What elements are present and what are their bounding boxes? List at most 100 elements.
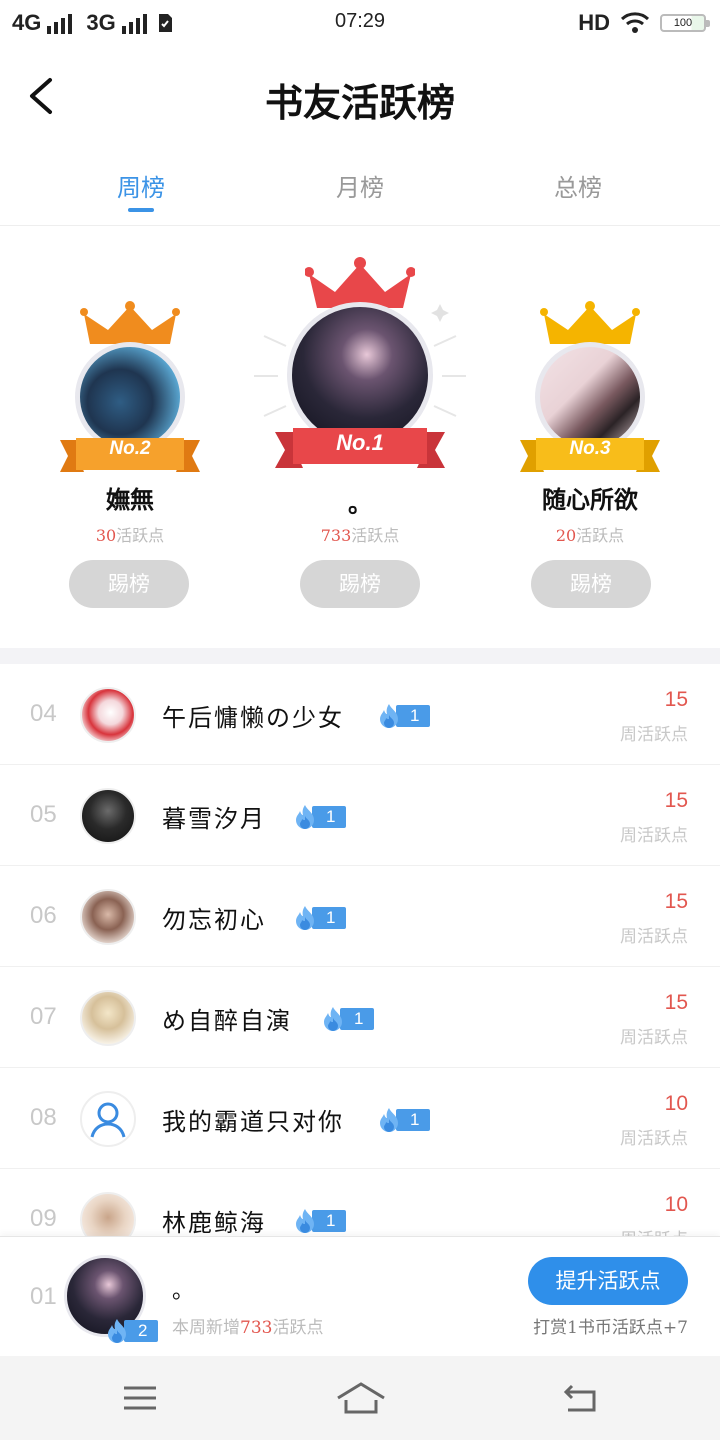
user-name: め自醉自演 [162, 1007, 292, 1035]
battery-icon: 100 [660, 14, 710, 32]
level-badge: 1 [320, 1007, 374, 1031]
activity-unit: 周活跃点 [620, 1028, 688, 1048]
podium-points: 20活跃点 [490, 522, 690, 546]
reward-note: 打赏1书币活跃点+7 [533, 1318, 688, 1338]
avatar[interactable] [80, 1192, 136, 1236]
rank-ribbon-label: No.1 [336, 430, 384, 455]
back-icon[interactable] [558, 1378, 602, 1418]
menu-icon[interactable] [118, 1378, 162, 1418]
wifi-icon [620, 12, 650, 33]
level-badge: 1 [376, 1108, 430, 1132]
level-badge: 1 [292, 805, 346, 829]
list-item[interactable]: 06 勿忘初心 1 15 周活跃点 [0, 866, 720, 967]
activity-unit: 周活跃点 [620, 927, 688, 947]
my-ranking-bar: 01 2 。 本周新增733活跃点 提升活跃点 打赏1书币活跃点+7 [0, 1236, 720, 1356]
activity-unit: 周活跃点 [620, 1225, 688, 1236]
rank-ribbon-label: No.3 [569, 438, 611, 459]
podium-first: No.1 。 733活跃点 踢榜 [254, 226, 466, 626]
avatar[interactable] [80, 788, 136, 844]
podium-points-unit: 活跃点 [576, 526, 625, 545]
flame-icon [108, 1319, 126, 1343]
kick-button[interactable]: 踢榜 [300, 560, 420, 608]
my-rank-number: 01 [30, 1283, 57, 1310]
system-nav-bar [0, 1356, 720, 1440]
status-bar: 4G 3G 07:29 HD 100 [0, 0, 720, 48]
page-title: 书友活跃榜 [264, 80, 455, 125]
podium-second: No.2 嫵無 30活跃点 踢榜 [30, 226, 230, 626]
flame-icon [380, 1108, 398, 1132]
rank-ribbon-label: No.2 [109, 438, 151, 459]
note-prefix: 本周新增 [172, 1318, 240, 1338]
podium-points-value: 30 [95, 526, 117, 545]
kick-button[interactable]: 踢榜 [69, 560, 189, 608]
flame-icon [296, 906, 314, 930]
activity-value: 15 [664, 789, 688, 812]
rank-number: 05 [30, 801, 57, 828]
my-level-badge: 2 [104, 1319, 158, 1343]
list-item[interactable]: 04 午后慵懒の少女 1 15 周活跃点 [0, 664, 720, 765]
flame-icon [324, 1007, 342, 1031]
user-name: 暮雪汐月 [162, 805, 266, 833]
avatar[interactable] [80, 990, 136, 1046]
crown-icon [540, 301, 640, 344]
podium-third: No.3 随心所欲 20活跃点 踢榜 [490, 226, 690, 626]
user-name: 午后慵懒の少女 [162, 704, 344, 732]
activity-value: 15 [664, 991, 688, 1014]
level-badge: 1 [376, 704, 430, 728]
activity-value: 15 [664, 890, 688, 913]
rank-number: 09 [30, 1205, 57, 1232]
rank-number: 08 [30, 1104, 57, 1131]
tab-weekly[interactable]: 周榜 [81, 168, 201, 203]
section-divider [0, 648, 720, 664]
user-name: 林鹿鲸海 [162, 1209, 266, 1236]
podium-points-value: 20 [555, 526, 577, 545]
status-right: HD 100 [578, 10, 710, 36]
rank-number: 04 [30, 700, 57, 727]
activity-unit: 周活跃点 [620, 725, 688, 745]
list-item[interactable]: 07 め自醉自演 1 15 周活跃点 [0, 967, 720, 1068]
level-badge: 1 [292, 906, 346, 930]
flame-icon [380, 704, 398, 728]
podium-points: 733活跃点 [260, 522, 460, 546]
activity-unit: 周活跃点 [620, 1129, 688, 1149]
boost-activity-button[interactable]: 提升活跃点 [528, 1257, 688, 1305]
ranking-tabs: 周榜 月榜 总榜 [0, 150, 720, 226]
user-name: 勿忘初心 [162, 906, 266, 934]
podium-points: 30活跃点 [30, 522, 230, 546]
flame-icon [296, 1209, 314, 1233]
avatar[interactable] [80, 687, 136, 743]
podium-points-unit: 活跃点 [116, 526, 165, 545]
activity-unit: 周活跃点 [620, 826, 688, 846]
list-item[interactable]: 09 林鹿鲸海 1 10 周活跃点 [0, 1169, 720, 1236]
default-avatar-icon[interactable] [80, 1091, 136, 1147]
hd-label: HD [578, 10, 610, 35]
activity-value: 10 [664, 1193, 688, 1216]
note-suffix: 活跃点 [272, 1318, 324, 1338]
rank-number: 07 [30, 1003, 57, 1030]
crown-icon [80, 301, 180, 344]
flame-icon [296, 805, 314, 829]
ranking-list: 04 午后慵懒の少女 1 15 周活跃点 05 暮雪汐月 1 15 周活跃点 0… [0, 664, 720, 1236]
active-tab-indicator [128, 208, 154, 212]
list-item[interactable]: 08 我的霸道只对你 1 10 周活跃点 [0, 1068, 720, 1169]
list-item[interactable]: 05 暮雪汐月 1 15 周活跃点 [0, 765, 720, 866]
podium-points-unit: 活跃点 [351, 526, 400, 545]
rank-number: 06 [30, 902, 57, 929]
tab-monthly[interactable]: 月榜 [300, 168, 420, 203]
my-weekly-note: 本周新增733活跃点 [172, 1313, 323, 1338]
activity-value: 10 [664, 1092, 688, 1115]
tab-total[interactable]: 总榜 [518, 168, 638, 203]
podium-name: 随心所欲 [542, 485, 638, 514]
my-name: 。 [172, 1279, 195, 1304]
kick-button[interactable]: 踢榜 [531, 560, 651, 608]
header: 书友活跃榜 [0, 48, 720, 148]
battery-level: 100 [673, 17, 693, 29]
podium-name: 嫵無 [106, 485, 154, 514]
activity-value: 15 [664, 688, 688, 711]
podium-points-value: 733 [320, 526, 352, 545]
podium: No.2 嫵無 30活跃点 踢榜 No.1 。 733活跃点 踢榜 No.3 随… [0, 226, 720, 648]
level-badge: 1 [292, 1209, 346, 1233]
user-name: 我的霸道只对你 [162, 1108, 344, 1136]
home-icon[interactable] [334, 1378, 388, 1418]
avatar[interactable] [80, 889, 136, 945]
